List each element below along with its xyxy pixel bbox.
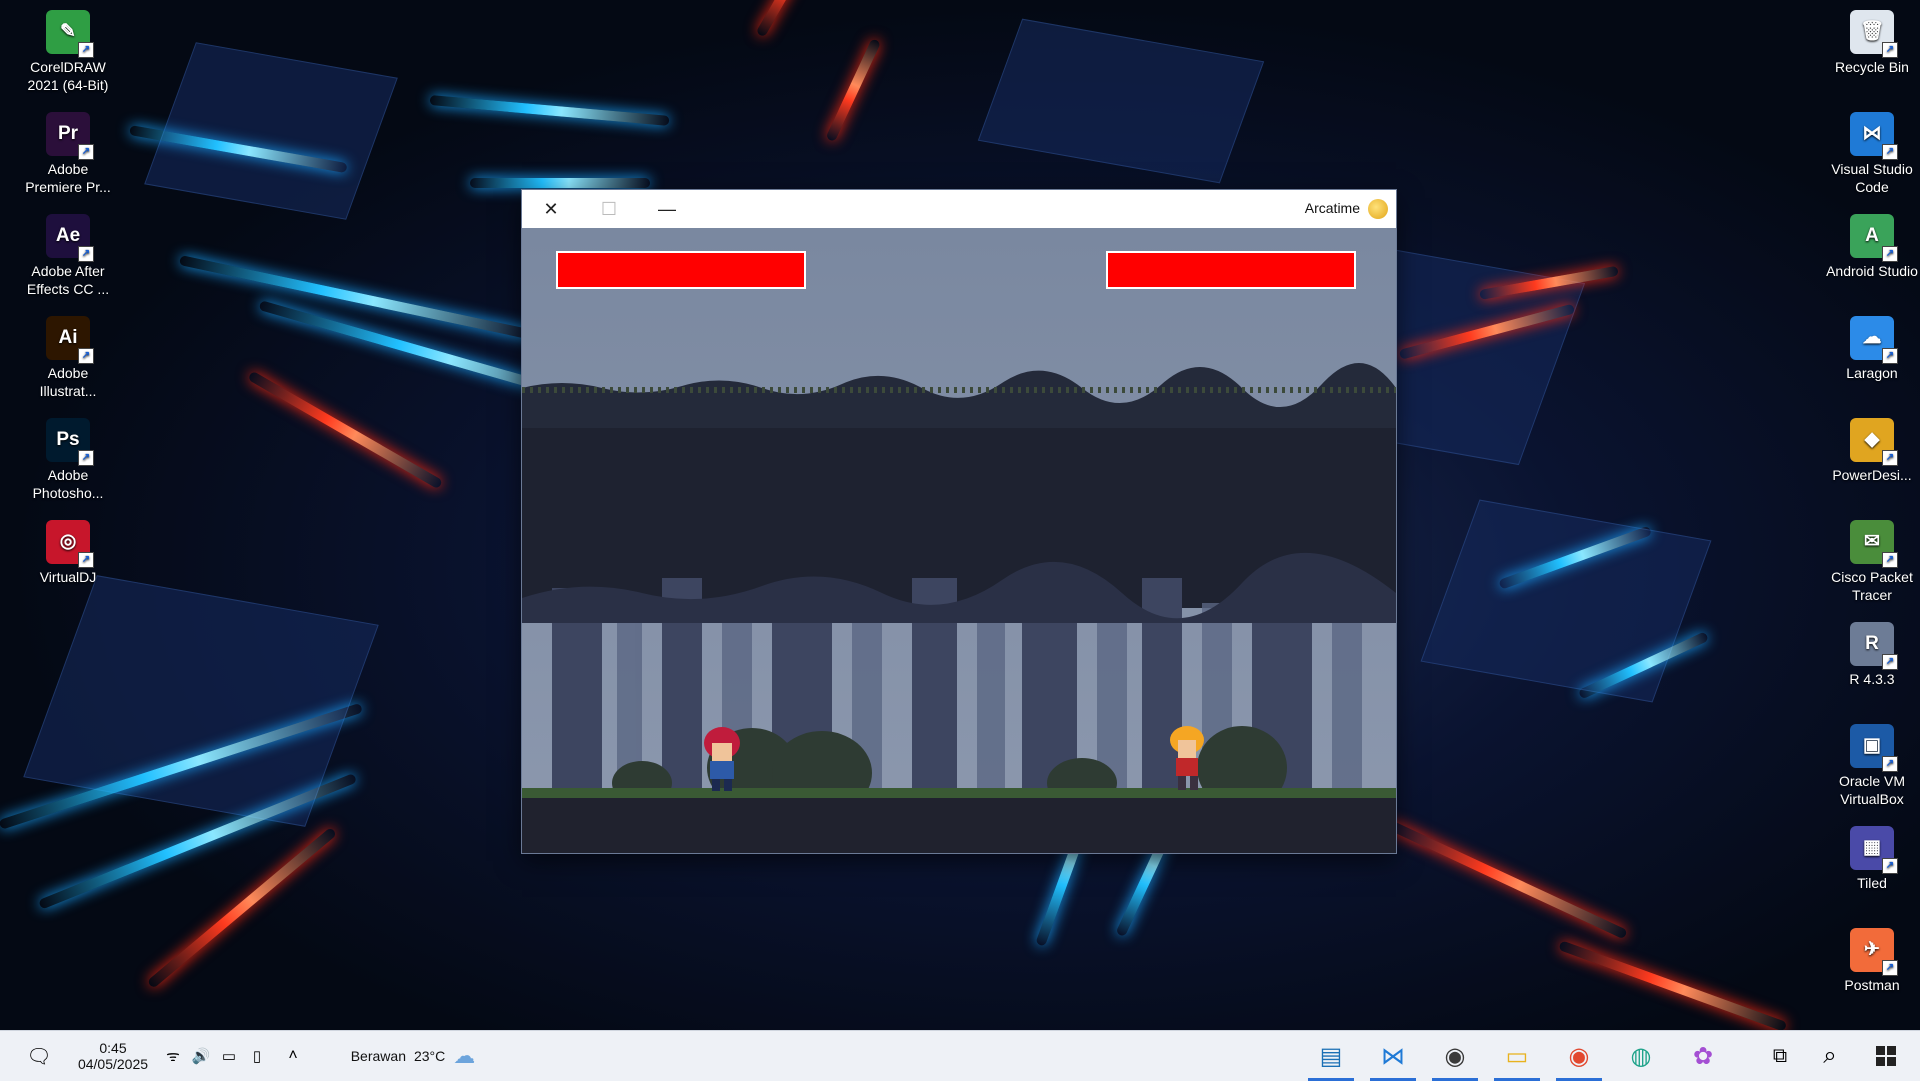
desktop-shortcut-label: R 4.3.3 [1849, 671, 1895, 687]
notification-center-button[interactable]: 🗨 [18, 1031, 60, 1081]
windows-icon [1876, 1046, 1896, 1066]
edge-taskbar-icon: ◍ [1630, 1042, 1652, 1070]
desktop-shortcut-label: Laragon [1846, 365, 1898, 381]
desktop-shortcut-label: Oracle VM VirtualBox [1838, 773, 1906, 807]
desktop-shortcut-vscode[interactable]: ⋈ ↗ Visual Studio Code [1822, 112, 1920, 196]
vscode-taskbar-icon: ⋈ [1381, 1042, 1405, 1070]
virtualbox-icon: ▣ ↗ [1850, 724, 1898, 772]
edge-taskbar[interactable]: ◍ [1612, 1031, 1670, 1081]
game-window[interactable]: ✕ ☐ — Arcatime [522, 190, 1396, 853]
photoshop-icon: Ps ↗ [46, 418, 94, 466]
clock-time: 0:45 [99, 1040, 127, 1056]
desktop-shortcut-r-language[interactable]: R ↗ R 4.3.3 [1822, 622, 1920, 688]
illustrator-icon: Ai ↗ [46, 316, 94, 364]
desktop-shortcut-powerdesigner[interactable]: ◆ ↗ PowerDesi... [1822, 418, 1920, 484]
desktop-shortcut-label: PowerDesi... [1832, 467, 1912, 483]
search-button[interactable]: ⌕ [1810, 1031, 1850, 1081]
close-icon: ✕ [543, 198, 559, 219]
desktop-shortcut-label: Adobe Illustrat... [39, 365, 97, 399]
player-right-health-bar [1106, 251, 1356, 289]
tiled-icon: ▦ ↗ [1850, 826, 1898, 874]
desktop-shortcut-after-effects[interactable]: Ae ↗ Adobe After Effects CC ... [18, 214, 118, 298]
maximize-button[interactable]: ☐ [580, 190, 638, 228]
desktop-shortcut-label: Recycle Bin [1835, 59, 1909, 75]
window-title: Arcatime [1304, 200, 1360, 216]
desktop-shortcut-virtualbox[interactable]: ▣ ↗ Oracle VM VirtualBox [1822, 724, 1920, 808]
tablet-icon[interactable]: ▯ [244, 1031, 270, 1081]
desktop-shortcut-label: Adobe After Effects CC ... [26, 263, 110, 297]
file-explorer-taskbar-icon: ▭ [1505, 1042, 1529, 1070]
player-left-health-bar [556, 251, 806, 289]
coreldraw-icon: ✎ ↗ [46, 10, 94, 58]
taskbar: 🗨 0:45 04/05/2025 ᯤ 🔊 ▭ ▯ ˄ Berawan 23°C… [0, 1030, 1920, 1081]
desktop-shortcut-label: Adobe Photosho... [32, 467, 104, 501]
start-button[interactable] [1866, 1031, 1906, 1081]
maximize-icon: ☐ [600, 198, 618, 219]
cisco-packet-tracer-icon: ✉ ↗ [1850, 520, 1898, 568]
show-hidden-icons-button[interactable]: ˄ [276, 1031, 310, 1081]
chrome-dev-taskbar[interactable]: ◉ [1426, 1031, 1484, 1081]
premiere-icon: Pr ↗ [46, 112, 94, 160]
close-button[interactable]: ✕ [522, 190, 580, 228]
recycle-bin-icon: 🗑 ↗ [1850, 10, 1898, 58]
desktop-shortcut-cisco-packet-tracer[interactable]: ✉ ↗ Cisco Packet Tracer [1822, 520, 1920, 604]
desktop-shortcut-illustrator[interactable]: Ai ↗ Adobe Illustrat... [18, 316, 118, 400]
cloud-icon: ☁ [453, 1043, 476, 1068]
vscode-taskbar[interactable]: ⋈ [1364, 1031, 1422, 1081]
clock[interactable]: 0:45 04/05/2025 [68, 1031, 158, 1081]
copilot-taskbar[interactable]: ✿ [1674, 1031, 1732, 1081]
chrome-dev-taskbar-icon: ◉ [1444, 1042, 1466, 1070]
clock-date: 04/05/2025 [77, 1056, 149, 1072]
python-app-icon [1368, 199, 1388, 219]
desktop-shortcut-label: CorelDRAW 2021 (64-Bit) [27, 59, 109, 93]
desktop-shortcut-label: Tiled [1857, 875, 1887, 891]
powerdesigner-icon: ◆ ↗ [1850, 418, 1898, 466]
desktop-shortcut-virtualdj[interactable]: ◎ ↗ VirtualDJ [18, 520, 118, 586]
desktop-shortcut-photoshop[interactable]: Ps ↗ Adobe Photosho... [18, 418, 118, 502]
android-studio-icon: A ↗ [1850, 214, 1898, 262]
desktop-shortcut-recycle-bin[interactable]: 🗑 ↗ Recycle Bin [1822, 10, 1920, 76]
desktop-shortcut-premiere[interactable]: Pr ↗ Adobe Premiere Pr... [18, 112, 118, 196]
desktop-shortcut-tiled[interactable]: ▦ ↗ Tiled [1822, 826, 1920, 892]
task-view-button[interactable]: ⧉ [1762, 1031, 1798, 1081]
virtualdj-icon: ◎ ↗ [46, 520, 94, 568]
postman-icon: ✈ ↗ [1850, 928, 1898, 976]
chrome-taskbar[interactable]: ◉ [1550, 1031, 1608, 1081]
vscode-icon: ⋈ ↗ [1850, 112, 1898, 160]
desktop-shortcut-label: VirtualDJ [39, 569, 97, 585]
copilot-taskbar-icon: ✿ [1692, 1042, 1714, 1070]
desktop-shortcut-laragon[interactable]: ☁ ↗ Laragon [1822, 316, 1920, 382]
battery-icon[interactable]: ▭ [216, 1031, 242, 1081]
notification-icon: 🗨 [26, 1045, 52, 1068]
desktop-shortcut-postman[interactable]: ✈ ↗ Postman [1822, 928, 1920, 994]
game-canvas[interactable] [522, 228, 1396, 853]
search-icon: ⌕ [1823, 1042, 1837, 1069]
desktop-shortcut-coreldraw[interactable]: ✎ ↗ CorelDRAW 2021 (64-Bit) [18, 10, 118, 94]
screen-capture-app[interactable]: ▤ [1302, 1031, 1360, 1081]
wifi-icon[interactable]: ᯤ [160, 1031, 186, 1081]
r-language-icon: R ↗ [1850, 622, 1898, 670]
minimize-icon: — [658, 198, 676, 219]
desktop-shortcut-android-studio[interactable]: A ↗ Android Studio [1822, 214, 1920, 280]
chrome-taskbar-icon: ◉ [1568, 1042, 1590, 1070]
weather-temp: 23°C [413, 1048, 446, 1064]
task-view-icon: ⧉ [1772, 1044, 1788, 1067]
forest-background [522, 228, 1396, 853]
desktop-shortcut-label: Cisco Packet Tracer [1831, 569, 1913, 603]
desktop-shortcut-label: Visual Studio Code [1831, 161, 1913, 195]
window-titlebar[interactable]: ✕ ☐ — Arcatime [522, 190, 1396, 228]
after-effects-icon: Ae ↗ [46, 214, 94, 262]
minimize-button[interactable]: — [638, 190, 696, 228]
desktop-shortcut-label: Android Studio [1826, 263, 1918, 279]
desktop-shortcut-label: Adobe Premiere Pr... [25, 161, 111, 195]
screen-capture-app-icon: ▤ [1319, 1042, 1343, 1070]
file-explorer-taskbar[interactable]: ▭ [1488, 1031, 1546, 1081]
weather-text: Berawan [350, 1048, 406, 1064]
desktop-shortcut-label: Postman [1844, 977, 1900, 993]
volume-icon[interactable]: 🔊 [188, 1031, 214, 1081]
weather-widget[interactable]: Berawan 23°C ☁ [328, 1031, 498, 1081]
laragon-icon: ☁ ↗ [1850, 316, 1898, 364]
